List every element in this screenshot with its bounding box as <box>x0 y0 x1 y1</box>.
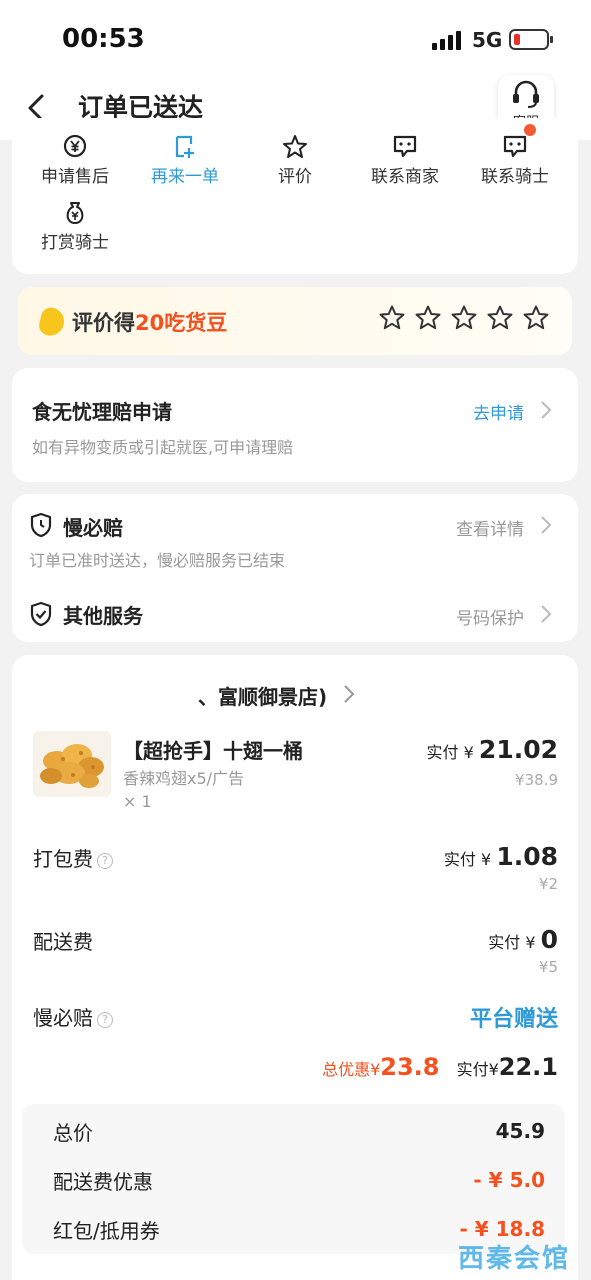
star-icon[interactable] <box>450 304 478 332</box>
total-discount-value: 23.8 <box>380 1053 440 1081</box>
rating-reward: 20吃货豆 <box>135 311 228 335</box>
paid-label: 实付 <box>426 743 459 762</box>
status-bar: 00:53 5G <box>0 0 591 80</box>
paid-value: 0 <box>540 925 558 954</box>
battery-icon <box>509 29 553 50</box>
service-card: 慢必赔 查看详情 订单已准时送达，慢必赔服务已结束 其他服务 号码保护 <box>12 494 578 642</box>
star-icon[interactable] <box>414 304 442 332</box>
total-price-value: 45.9 <box>495 1119 545 1143</box>
delivery-fee-label: 配送费 <box>33 930 93 954</box>
help-icon[interactable]: ? <box>97 852 113 869</box>
star-icon[interactable] <box>522 304 550 332</box>
shield-check-icon <box>30 601 52 627</box>
tip-rider-button[interactable]: 打赏骑士 <box>20 200 130 253</box>
actions-card: 申请售后 再来一单 评价 联系商家 联系骑士 打赏骑士 <box>12 118 578 274</box>
delivery-fee-original: ¥5 <box>538 958 558 976</box>
food-image[interactable] <box>33 731 111 797</box>
chevron-right-icon <box>541 401 552 419</box>
network-type: 5G <box>472 28 503 52</box>
packing-fee-row: 打包费? <box>33 843 113 872</box>
paid-label: 实付 <box>488 933 521 952</box>
reorder-button[interactable]: 再来一单 <box>130 134 240 187</box>
paid-label: 实付 <box>456 1060 489 1079</box>
item-quantity: × 1 <box>123 792 152 811</box>
watermark: 西秦会馆 <box>458 1244 571 1274</box>
review-label: 评价 <box>278 167 312 187</box>
chat-icon <box>503 135 527 158</box>
discount-currency: ¥ <box>370 1060 381 1079</box>
claim-title: 食无忧理赔申请 <box>32 400 172 424</box>
total-price-label: 总价 <box>53 1121 93 1145</box>
chat-icon <box>393 135 417 158</box>
reorder-icon <box>175 135 194 158</box>
contact-merchant-button[interactable]: 联系商家 <box>350 134 460 187</box>
delivery-discount-value: - ¥ 5.0 <box>473 1168 545 1192</box>
signal-icon <box>432 30 461 50</box>
discount-label: 总优惠 <box>322 1060 371 1079</box>
notification-dot <box>524 124 536 136</box>
rating-card: 评价得20吃货豆 <box>18 287 572 355</box>
total-paid-value: 22.1 <box>498 1053 558 1081</box>
apply-after-sales-label: 申请售后 <box>41 167 109 187</box>
contact-rider-label: 联系骑士 <box>481 167 549 187</box>
chevron-right-icon <box>541 605 552 623</box>
headset-icon <box>513 80 539 108</box>
currency-symbol: ¥ <box>488 1060 499 1079</box>
claim-card[interactable]: 食无忧理赔申请 去申请 如有异物变质或引起就医,可申请理赔 <box>12 368 578 482</box>
coupon-label: 红包/抵用券 <box>53 1219 160 1243</box>
paid-value: 1.08 <box>496 842 558 871</box>
platform-gift-label: 平台赠送 <box>469 1007 558 1032</box>
star-outline-icon <box>283 135 307 158</box>
delivery-discount-label: 配送费优惠 <box>53 1170 153 1194</box>
star-rating[interactable] <box>378 304 550 332</box>
item-paid-price: 实付 ¥ 21.02 <box>427 735 558 764</box>
star-icon[interactable] <box>378 304 406 332</box>
bean-icon <box>36 305 68 339</box>
price-summary: 总价 45.9 配送费优惠 - ¥ 5.0 红包/抵用券 - ¥ 18.8 <box>22 1104 565 1254</box>
number-protection-link[interactable]: 号码保护 <box>456 604 524 629</box>
packing-fee-paid: 实付 ¥ 1.08 <box>444 842 558 871</box>
chevron-right-icon[interactable] <box>343 684 355 704</box>
other-services-title: 其他服务 <box>63 604 143 628</box>
item-spec: 香辣鸡翅x5/广告 <box>123 769 245 788</box>
paid-label: 实付 <box>443 850 476 869</box>
tip-rider-label: 打赏骑士 <box>41 233 109 253</box>
packing-fee-original: ¥2 <box>538 875 558 893</box>
late-comp-fee-label: 慢必赔 <box>33 1006 93 1030</box>
apply-after-sales-button[interactable]: 申请售后 <box>20 134 130 187</box>
rating-prefix: 评价得 <box>72 311 135 335</box>
currency-symbol: ¥ <box>481 850 492 869</box>
late-comp-fee-row: 慢必赔? <box>33 1002 113 1031</box>
chevron-right-icon <box>541 516 552 534</box>
reorder-label: 再来一单 <box>151 167 219 187</box>
contact-merchant-label: 联系商家 <box>371 167 439 187</box>
delivery-fee-row: 配送费 <box>33 926 93 955</box>
late-compensation-description: 订单已准时送达，慢必赔服务已结束 <box>29 551 286 570</box>
review-button[interactable]: 评价 <box>240 134 350 187</box>
claim-description: 如有异物变质或引起就医,可申请理赔 <box>32 438 294 457</box>
contact-rider-button[interactable]: 联系骑士 <box>460 134 570 187</box>
help-icon[interactable]: ? <box>97 1011 113 1028</box>
totals-line: 总优惠¥23.8 实付¥22.1 <box>322 1053 558 1081</box>
view-details-link[interactable]: 查看详情 <box>456 515 524 540</box>
delivery-fee-paid: 实付 ¥ 0 <box>488 925 558 954</box>
late-compensation-title: 慢必赔 <box>63 516 123 540</box>
yen-circle-icon <box>63 134 87 158</box>
currency-symbol: ¥ <box>525 933 536 952</box>
fried-wings-picture <box>40 744 104 788</box>
item-name: 【超抢手】十翅一桶 <box>123 739 303 763</box>
rating-text: 评价得20吃货豆 <box>72 307 227 337</box>
money-bag-icon <box>66 202 84 224</box>
status-time: 00:53 <box>62 24 145 54</box>
shop-name[interactable]: 、富顺御景店) <box>198 681 327 710</box>
clock-shield-icon <box>30 512 52 538</box>
packing-fee-label: 打包费 <box>33 847 93 871</box>
star-icon[interactable] <box>486 304 514 332</box>
paid-value: 21.02 <box>478 735 558 764</box>
currency-symbol: ¥ <box>463 743 474 762</box>
item-original-price: ¥38.9 <box>515 771 558 789</box>
claim-apply-link[interactable]: 去申请 <box>473 399 524 424</box>
